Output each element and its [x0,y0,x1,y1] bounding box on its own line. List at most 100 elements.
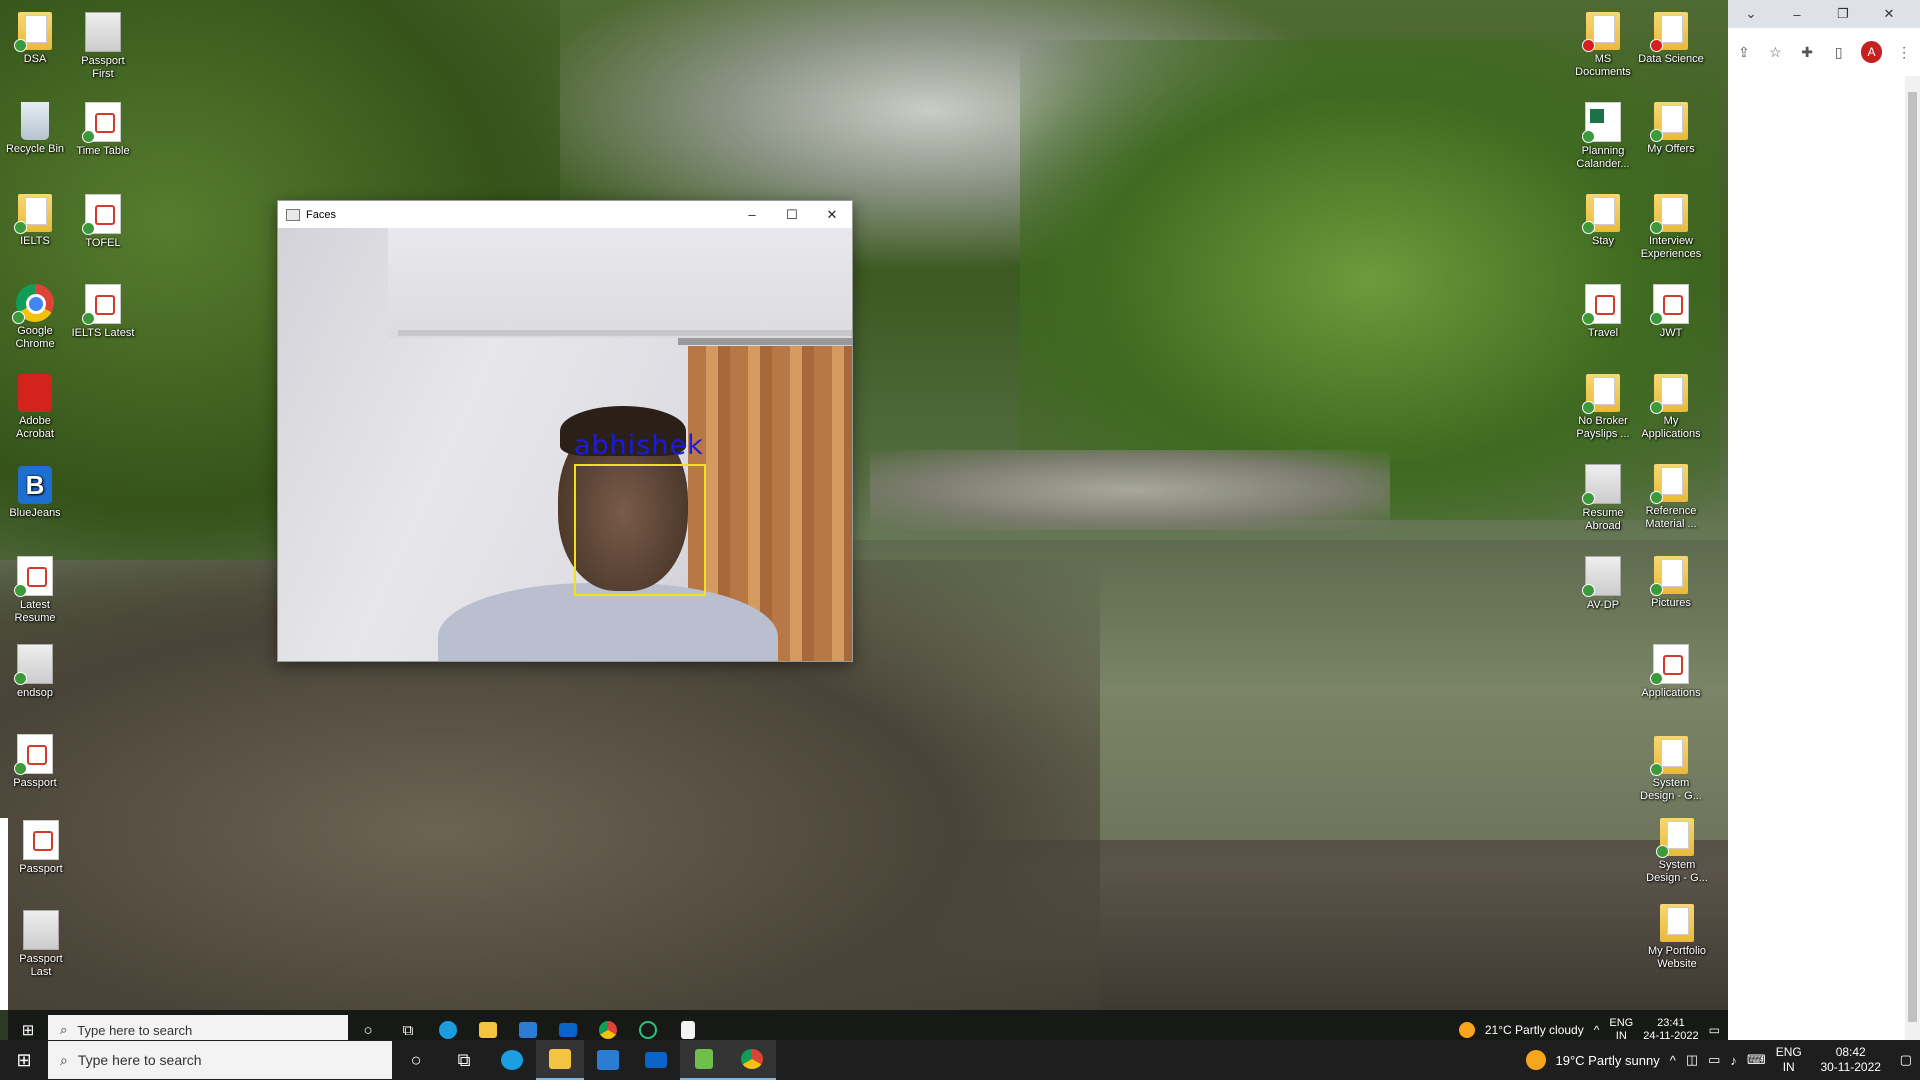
desktop-icon-label: Latest Resume [14,599,56,624]
pdf-icon [14,556,53,597]
tray-chevron-icon: ^ [1593,1023,1600,1037]
desktop-icon-passport-2[interactable]: Passport [8,820,74,876]
desktop-icon-passport-first[interactable]: Passport First [70,12,136,81]
desktop-icon-label: TOFEL [85,237,121,249]
desktop-icon-latest-resume[interactable]: Latest Resume [2,556,68,625]
chrome-taskbar-button[interactable] [728,1040,776,1080]
side-panel-icon[interactable]: ▯ [1823,44,1855,61]
acrobat-icon [18,374,52,412]
desktop-icon-my-applications[interactable]: My Applications [1638,374,1704,441]
desktop-icon-my-offers[interactable]: My Offers [1638,102,1704,156]
battery-icon[interactable]: ▭ [1708,1052,1720,1068]
bookmark-star-icon[interactable]: ☆ [1760,44,1792,61]
desktop-icon-stay[interactable]: Stay [1570,194,1636,248]
maximize-button[interactable]: ☐ [772,207,812,223]
desktop-icon-bluejeans[interactable]: B BlueJeans [2,466,68,520]
desktop-icon-reference-material[interactable]: Reference Material ... [1638,464,1704,531]
weather-text[interactable]: 19°C Partly sunny [1556,1053,1660,1068]
face-recognition-label: abhishek [574,430,704,461]
camera-curtain-rod [678,338,852,345]
desktop-icon-recycle-bin[interactable]: Recycle Bin [2,102,68,156]
desktop-icon-label: System Design - G... [1640,777,1702,802]
edge-button[interactable] [488,1040,536,1080]
desktop-icon-label: Recycle Bin [5,143,65,155]
desktop-icon-resume-abroad[interactable]: Resume Abroad [1570,464,1636,533]
chrome-scrollbar-thumb[interactable] [1908,92,1917,1022]
network-icon[interactable]: ◫ [1686,1052,1698,1068]
chrome-close-button[interactable]: ✕ [1866,6,1912,22]
faces-window[interactable]: Faces – ☐ ✕ abhishek [277,200,853,662]
pdf-icon [1582,284,1621,325]
face-detection-box [574,464,706,596]
desktop-icon-pictures[interactable]: Pictures [1638,556,1704,610]
chrome-restore-button[interactable]: ❐ [1820,6,1866,22]
desktop-icon-google-chrome[interactable]: Google Chrome [2,284,68,351]
share-icon[interactable]: ⇪ [1728,44,1760,61]
desktop-icon-dsa[interactable]: DSA [2,12,68,66]
chrome-window-partial[interactable]: ⌄ – ❐ ✕ ⇪ ☆ ✚ ▯ A ⋮ [1728,0,1920,1044]
close-button[interactable]: ✕ [812,207,852,223]
desktop-icon-endsop[interactable]: endsop [2,644,68,700]
extensions-icon[interactable]: ✚ [1791,44,1823,61]
desktop-icon-av-dp[interactable]: AV-DP [1570,556,1636,612]
chrome-tab-strip: ⌄ – ❐ ✕ [1728,0,1920,28]
chrome-menu-icon[interactable]: ⋮ [1888,44,1920,61]
desktop-icon-system-design-1[interactable]: System Design - G... [1638,736,1704,803]
faces-window-titlebar[interactable]: Faces – ☐ ✕ [278,201,852,228]
desktop-icon-jwt[interactable]: JWT [1638,284,1704,340]
desktop-icon-label: Data Science [1638,53,1704,65]
desktop-icon-time-table[interactable]: Time Table [70,102,136,158]
profile-avatar[interactable]: A [1860,41,1883,63]
chrome-icon [741,1049,763,1069]
chrome-scrollbar[interactable] [1905,76,1920,1044]
desktop-icon-label: MS Documents [1575,53,1631,78]
desktop-icon-applications[interactable]: Applications [1638,644,1704,700]
desktop-icon-travel[interactable]: Travel [1570,284,1636,340]
notification-icon[interactable]: ▢ [1900,1052,1912,1068]
tray-chevron-icon[interactable]: ^ [1670,1053,1676,1068]
document-icon [681,1021,695,1039]
desktop-icon-label: Stay [1591,235,1614,247]
file-explorer-button[interactable] [536,1040,584,1080]
desktop-icon-my-portfolio-website[interactable]: My Portfolio Website [1644,904,1710,971]
mail-button[interactable] [632,1040,680,1080]
window-app-icon [286,208,300,221]
volume-icon[interactable]: ♪ [1730,1053,1737,1068]
desktop-icon-interview-experiences[interactable]: Interview Experiences [1638,194,1704,261]
system-tray: 19°C Partly sunny ^ ◫ ▭ ♪ ⌨ ENG IN 08:42… [1525,1045,1920,1075]
tab-search-icon[interactable]: ⌄ [1728,6,1774,22]
desktop-icon-label: Applications [1641,687,1701,699]
chrome-toolbar: ⇪ ☆ ✚ ▯ A ⋮ [1728,28,1920,76]
keyboard-icon[interactable]: ⌨ [1747,1052,1766,1068]
desktop-icon-no-broker-payslips[interactable]: No Broker Payslips ... [1570,374,1636,441]
folder-icon [1650,374,1688,414]
desktop-icon-label: Pictures [1651,597,1691,609]
desktop-icon-ms-documents[interactable]: MS Documents [1570,12,1636,79]
minimize-button[interactable]: – [732,207,772,222]
desktop-icon-ielts-latest[interactable]: IELTS Latest [70,284,136,340]
desktop-icon-adobe-acrobat[interactable]: Adobe Acrobat [2,374,68,441]
desktop-icon-data-science[interactable]: Data Science [1638,12,1704,66]
chrome-minimize-button[interactable]: – [1774,7,1820,22]
desktop-icon-passport-last[interactable]: Passport Last [8,910,74,979]
folder-icon [14,194,52,234]
edge-icon [439,1021,457,1039]
cortana-button[interactable]: ○ [392,1040,440,1080]
weather-icon[interactable] [1525,1050,1546,1070]
notepad-button[interactable] [680,1040,728,1080]
windows-start-button[interactable]: ⊞ [0,1040,48,1080]
taskbar-search-box[interactable]: ⌕ Type here to search [48,1041,392,1079]
desktop-icon-tofel[interactable]: TOFEL [70,194,136,250]
desktop-icon-planning-calander[interactable]: Planning Calander... [1570,102,1636,171]
desktop-icon-passport[interactable]: Passport [2,734,68,790]
taskbar-clock[interactable]: 08:42 30-11-2022 [1812,1045,1890,1075]
language-indicator[interactable]: ENG IN [1776,1045,1802,1075]
desktop-wallpaper [0,0,1728,1010]
task-view-button[interactable]: ⧉ [440,1040,488,1080]
desktop-icon-label: BlueJeans [9,507,61,519]
desktop-icon-system-design-2[interactable]: System Design - G... [1644,818,1710,885]
image-file-icon [1582,556,1621,597]
desktop-icon-ielts[interactable]: IELTS [2,194,68,248]
folder-icon [1656,818,1694,858]
store-button[interactable] [584,1040,632,1080]
